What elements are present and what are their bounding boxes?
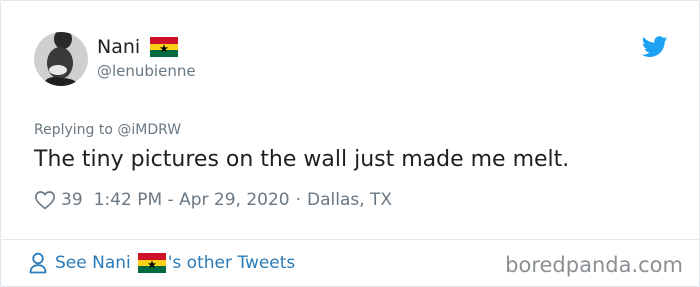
author-handle[interactable]: @lenubienne [97,61,196,81]
watermark: boredpanda.com [505,253,683,277]
reply-prefix: Replying to [34,122,118,138]
author-name-text: Nani [97,36,141,58]
twitter-bird-icon[interactable] [641,36,668,58]
footer-divider [2,239,700,240]
see-other-tweets-link[interactable]: See Nani 's other Tweets [29,250,295,276]
reply-context: Replying to @iMDRW [34,121,181,139]
see-prefix: See Nani [55,253,131,273]
author-avatar[interactable] [34,32,88,86]
author-name[interactable]: Nani [97,36,179,58]
ghana-flag-icon [137,253,166,273]
tweet-text: The tiny pictures on the wall just made … [34,147,570,172]
tweet-meta: 39 1:42 PM - Apr 29, 2020 · Dallas, TX [34,187,392,213]
reply-to-link[interactable]: @iMDRW [117,122,181,138]
meta-separator: · [295,190,302,210]
tweet-timestamp[interactable]: 1:42 PM - Apr 29, 2020 [94,187,290,213]
tweet-card: Nani @lenubienne Replying to @iMDRW The … [0,0,700,287]
ghana-flag-icon [150,37,179,57]
like-count: 39 [61,190,83,210]
like-button[interactable]: 39 [34,187,83,213]
see-suffix: 's other Tweets [167,253,296,273]
person-icon [29,252,47,274]
tweet-location[interactable]: Dallas, TX [307,187,392,213]
heart-icon [35,191,55,210]
